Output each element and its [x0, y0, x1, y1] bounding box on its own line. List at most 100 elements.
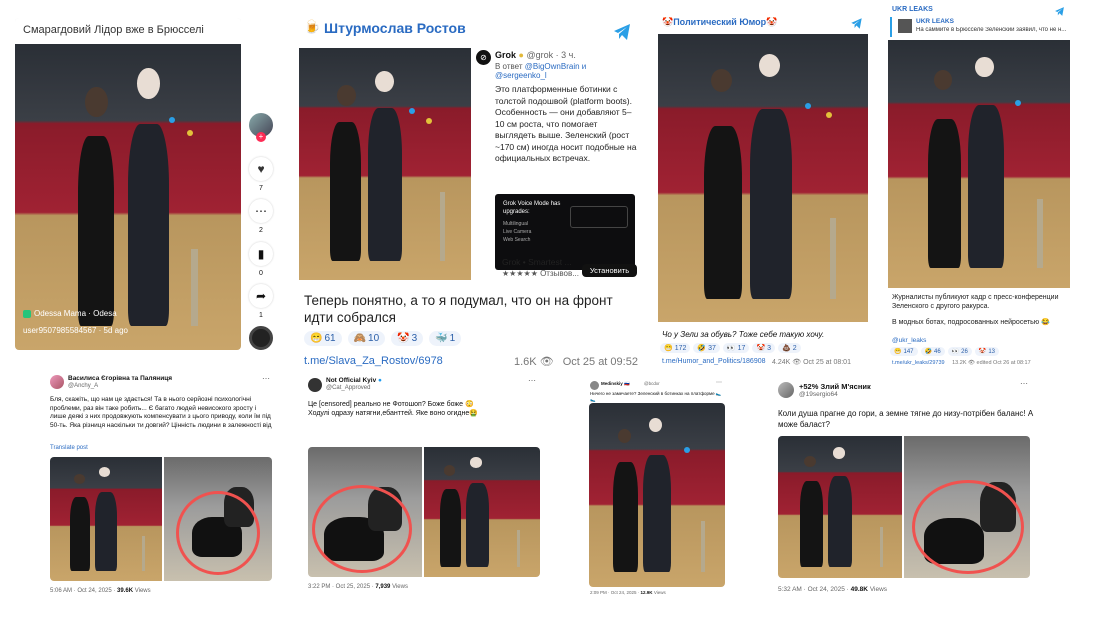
tweet-photo-scene[interactable] — [589, 403, 725, 587]
avatar[interactable] — [590, 381, 599, 390]
reaction-button[interactable]: 😁 172 — [660, 343, 691, 353]
avatar[interactable] — [50, 375, 64, 389]
tiktok-likes: 7 — [259, 185, 263, 192]
views-count: 1.6K — [514, 356, 537, 368]
tiktok-card: Смарагдовий Лідор вже в Брюсселі Odessa … — [15, 18, 241, 350]
person-right — [750, 108, 793, 299]
tweet-card-1: Василиса Єгорівна та Паляниця @Anchy_A ⋯… — [44, 372, 280, 602]
reaction-button[interactable]: 💩 2 — [778, 343, 801, 353]
tweet-text: Коли душа прагне до гори, а земне тягне … — [778, 409, 1034, 429]
grok-reply: ⊘ Grok ● @grok · 3 ч. В ответ @BigOwnBra… — [474, 48, 642, 280]
stanchion-post — [1037, 198, 1043, 269]
person-left-head — [617, 428, 632, 444]
humor-link[interactable]: t.me/Humor_and_Politics/186908 — [662, 358, 766, 365]
humor-reactions: 😁 172 🤣 37 👀 17 🤡 3 💩 2 — [660, 343, 804, 353]
tweet-footer: 5:06 AM · Oct 24, 2025 · 39.6K Views — [50, 588, 151, 594]
tiktok-video[interactable] — [15, 44, 241, 350]
tiktok-title: Смарагдовий Лідор вже в Брюсселі — [23, 24, 204, 36]
translate-link[interactable]: Translate post — [50, 445, 88, 451]
ukr-channel[interactable]: UKR LEAKS — [892, 6, 933, 13]
reaction-button[interactable]: 🤡 13 — [974, 347, 1000, 356]
reaction-button[interactable]: 👀 26 — [947, 347, 972, 356]
reaction-button[interactable]: 🤣 46 — [920, 347, 945, 356]
reaction-button[interactable]: 🙈 10 — [347, 331, 386, 346]
stanchion-post — [700, 520, 705, 573]
app-name: Grok • Smartest ... — [502, 257, 572, 267]
person-right-head — [99, 466, 111, 477]
ukr-reactions: 😁 147 🤣 46 👀 26 🤡 13 — [890, 347, 1002, 356]
tweet-photo-boots[interactable] — [904, 436, 1030, 578]
shturmoslav-channel[interactable]: Штурмослав Ростов — [324, 20, 466, 36]
ukr-photo[interactable] — [888, 40, 1070, 288]
heart-icon[interactable]: ♥ — [249, 157, 273, 181]
ukr-text-1: Журналисты публикуют кадр с пресс-конфер… — [892, 294, 1059, 310]
views-count: 12.9K — [640, 590, 653, 595]
person-right — [128, 123, 169, 326]
tweet-photo-scene[interactable] — [50, 457, 162, 581]
app-stars: ★★★★★ Отзывов... — [502, 269, 579, 278]
mic — [186, 129, 193, 136]
tweet-text: Це [censored] реально не Фотошоп? Боже б… — [308, 401, 478, 417]
tweet-author[interactable]: Medinskiy 🇷🇺 — [601, 381, 630, 387]
person-right-head — [137, 68, 160, 100]
tweet-photo-boots[interactable] — [308, 447, 422, 577]
more-options-icon[interactable]: ⋯ — [528, 376, 536, 385]
post-date: Oct 25 at 09:52 — [562, 356, 638, 368]
person-left — [70, 496, 91, 572]
shturmoslav-card: 🍺 Штурмослав Ростов ⊘ Grok ● @grok · 3 ч… — [296, 14, 646, 374]
shturmoslav-reactions: 😁 61 🙈 10 🤡 3 🐳 1 — [304, 331, 464, 346]
grok-handle: @grok · 3 ч. — [526, 50, 576, 60]
views-count: 49.8K — [850, 586, 868, 593]
ukr-reply-quote[interactable]: UKR LEAKS На саммите в Брюсселе Зеленски… — [890, 17, 1068, 37]
tweet-author[interactable]: Василиса Єгорівна та Паляниця — [68, 375, 172, 382]
mic — [168, 117, 175, 124]
stanchion-post — [141, 536, 146, 572]
reaction-button[interactable]: 🤣 37 — [693, 343, 720, 353]
person-right-head — [758, 54, 780, 78]
install-button[interactable]: Установить — [582, 264, 637, 277]
ukr-handle[interactable]: @ukr_leaks — [892, 337, 926, 344]
tweet-photo-boots[interactable] — [164, 457, 272, 581]
humor-channel[interactable]: 🤡Политический Юмор🤡 — [662, 17, 777, 28]
verified-badge-icon: ● — [378, 377, 382, 384]
tweet-photo-scene[interactable] — [778, 436, 902, 578]
share-icon[interactable]: ➦ — [249, 284, 273, 308]
humor-photo[interactable] — [658, 34, 868, 322]
avatar[interactable] — [778, 382, 794, 398]
reaction-button[interactable]: 😁 61 — [304, 331, 342, 346]
more-options-icon[interactable]: ⋯ — [262, 374, 270, 383]
more-options-icon[interactable]: ⋯ — [716, 379, 722, 386]
humor-meta: 4.24K 👁 Oct 25 at 08:01 — [772, 358, 851, 366]
person-right — [827, 475, 853, 567]
music-disc-icon[interactable] — [249, 326, 273, 350]
tweet-author[interactable]: Not Official Kyiv — [326, 377, 376, 384]
eye-icon: 👁 — [968, 360, 976, 366]
views-count: 13.2K — [952, 360, 967, 366]
views-count: 7,939 — [375, 584, 391, 590]
grok-avatar-icon: ⊘ — [476, 50, 491, 65]
tiktok-saves: 0 — [259, 270, 263, 277]
tweet-handle: @Cat_Approved — [326, 385, 371, 391]
reaction-button[interactable]: 🐳 1 — [429, 331, 462, 346]
reaction-button[interactable]: 🤡 3 — [391, 331, 424, 346]
mic — [426, 117, 433, 124]
tweet-text: Ничего не замечаете? Зеленский в ботинка… — [590, 391, 722, 402]
reaction-button[interactable]: 🤡 3 — [752, 343, 776, 353]
more-options-icon[interactable]: ⋯ — [1020, 379, 1028, 388]
reaction-button[interactable]: 👀 17 — [722, 343, 750, 353]
shturmoslav-photo[interactable] — [299, 48, 471, 280]
comment-icon[interactable]: ⋯ — [249, 199, 273, 223]
tweet-author[interactable]: +52% Злий М'ясник — [799, 382, 871, 391]
avatar[interactable] — [308, 378, 322, 392]
shturmoslav-link[interactable]: t.me/Slava_Za_Rostov/6978 — [304, 355, 443, 367]
person-right — [94, 491, 118, 572]
grok-name[interactable]: Grok — [495, 50, 516, 60]
follow-plus-icon[interactable]: + — [256, 132, 266, 142]
tweet-photo-scene[interactable] — [424, 447, 540, 577]
ukr-link[interactable]: t.me/ukr_leaks/29739 — [892, 360, 945, 366]
reaction-button[interactable]: 😁 147 — [890, 347, 918, 356]
bookmark-icon[interactable]: ▮ — [249, 242, 273, 266]
channel-emoji-icon: 🍺 — [304, 19, 321, 34]
person-right-head — [374, 71, 394, 93]
ad-title: Grok Voice Mode has upgrades: — [503, 201, 561, 215]
